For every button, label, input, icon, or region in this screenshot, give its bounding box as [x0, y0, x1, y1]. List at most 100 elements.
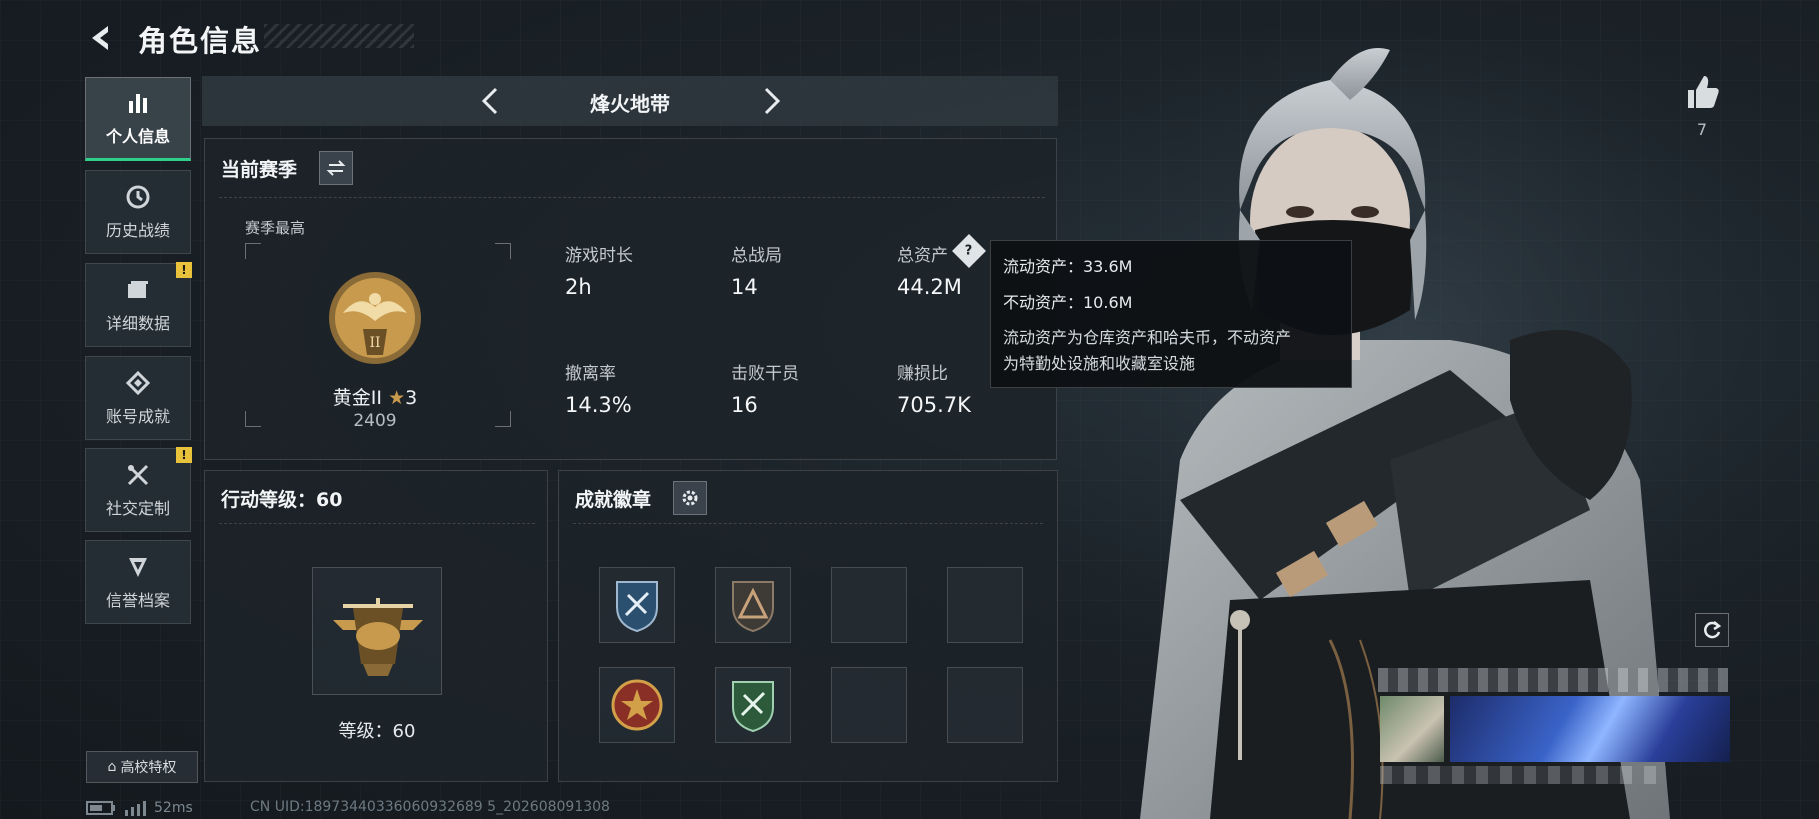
achievements-title: 成就徽章 [575, 489, 652, 511]
chevron-right-icon[interactable] [752, 83, 788, 119]
avatar[interactable] [1380, 696, 1444, 762]
title-decoration [264, 24, 414, 48]
campus-privilege-button[interactable]: ⌂ 高校特权 [86, 751, 198, 783]
tooltip-fixed-assets: 不动资产：10.6M [1003, 293, 1133, 312]
stat-label-total-assets: 总资产 [897, 246, 948, 266]
season-title: 当前赛季 [221, 159, 298, 181]
stat-value-playtime: 2h [565, 275, 592, 299]
tools-icon [127, 464, 149, 486]
sidebar-item-label: 信誉档案 [105, 591, 170, 610]
achievements-panel: 成就徽章 [558, 470, 1058, 782]
profile-banner[interactable] [1450, 696, 1730, 762]
frame-corner [245, 411, 261, 427]
mode-selector: 烽火地带 [202, 76, 1058, 126]
frame-corner [495, 411, 511, 427]
frame-corner [495, 243, 511, 259]
badge-slot-5[interactable] [599, 667, 675, 743]
sidebar-item-match-history[interactable]: 历史战绩 [85, 170, 191, 254]
campus-privilege-label: 高校特权 [120, 760, 177, 776]
alert-badge: ! [176, 262, 192, 278]
tooltip-desc-line-2: 为特勤处设施和收藏室设施 [1003, 354, 1196, 373]
tooltip-liquid-assets: 流动资产：33.6M [1003, 257, 1133, 276]
star-icon: ★ [388, 387, 406, 409]
rank-name: 黄金II [332, 387, 383, 409]
shield-icon [129, 558, 147, 577]
stat-value-total-assets: 44.2M [897, 275, 962, 299]
user-uid: CN UID:18973440336060932689 5_2026080913… [250, 799, 610, 815]
season-panel: 当前赛季 赛季最高 II 黄金II ★3 2409 游戏时长 2h 总战局 14… [204, 138, 1057, 460]
sidebar-item-label: 历史战绩 [105, 221, 170, 240]
folder-icon [128, 281, 148, 298]
badge-slot-8[interactable] [947, 667, 1023, 743]
page-title: 角色信息 [138, 24, 263, 58]
stat-label-total-matches: 总战局 [731, 246, 782, 266]
level-text: 等级：60 [338, 721, 416, 742]
panel-divider [219, 197, 1045, 198]
badge-slot-3[interactable] [831, 567, 907, 643]
gear-icon [682, 490, 698, 506]
rank-emblem-numeral: II [369, 335, 380, 351]
stat-value-extraction-rate: 14.3% [565, 393, 632, 417]
gold-rank-emblem: II [329, 272, 421, 364]
swap-arrows-icon [326, 160, 346, 176]
panel-divider [573, 523, 1043, 524]
alert-badge: ! [176, 447, 192, 463]
sidebar-item-achievements[interactable]: 账号成就 [85, 356, 191, 440]
badge-slot-6[interactable] [715, 667, 791, 743]
rank-name-row: 黄金II ★3 [275, 383, 475, 410]
swap-season-button[interactable] [319, 151, 353, 185]
assets-tooltip: 流动资产：33.6M 不动资产：10.6M 流动资产为仓库资产和哈夫币，不动资产… [990, 240, 1352, 388]
back-arrow-icon[interactable] [84, 20, 120, 56]
help-icon[interactable]: ? [952, 234, 986, 268]
clock-history-icon [126, 185, 150, 209]
stat-label-extraction-rate: 撤离率 [565, 364, 616, 384]
redacted-info-strip [1380, 766, 1666, 784]
rank-score: 2409 [353, 411, 397, 431]
thumbs-up-icon[interactable] [1682, 72, 1722, 112]
sidebar-item-personal-info[interactable]: 个人信息 [85, 77, 191, 161]
sidebar-item-label: 个人信息 [105, 127, 170, 146]
achievement-settings-button[interactable] [673, 481, 707, 515]
bronze-triangle-badge-icon [732, 581, 774, 633]
signal-icon [125, 801, 146, 816]
refresh-icon [1704, 621, 1722, 639]
mode-title: 烽火地带 [590, 92, 670, 116]
stat-label-kills: 击败干员 [731, 364, 799, 384]
action-level-panel: 行动等级：60 等级：60 [204, 470, 548, 782]
redacted-name-strip [1378, 668, 1728, 692]
refresh-button[interactable] [1695, 613, 1729, 647]
sidebar-item-credit-record[interactable]: 信誉档案 [85, 540, 191, 624]
green-shield-badge-icon [732, 681, 774, 733]
sidebar-item-social-custom[interactable]: 社交定制 ! [85, 447, 192, 532]
sidebar-item-label: 账号成就 [105, 407, 170, 426]
ping-value: 52ms [154, 800, 193, 816]
sidebar-item-label: 社交定制 [105, 499, 170, 518]
red-star-badge-icon [611, 679, 663, 731]
badge-slot-4[interactable] [947, 567, 1023, 643]
stat-label-profit-ratio: 赚损比 [897, 364, 948, 384]
campus-icon: ⌂ [107, 759, 117, 775]
frame-corner [245, 243, 261, 259]
battery-icon [86, 801, 115, 815]
stat-label-playtime: 游戏时长 [565, 246, 633, 266]
panel-divider [219, 523, 535, 524]
action-level-title: 行动等级：60 [221, 489, 343, 511]
status-bar: 52ms [86, 799, 193, 817]
level-emblem-frame [312, 567, 442, 695]
like-count: 7 [1696, 120, 1708, 139]
stat-value-total-matches: 14 [731, 275, 758, 299]
rank-stars: 3 [405, 387, 418, 409]
help-icon-mark: ? [965, 243, 973, 259]
tooltip-desc-line-1: 流动资产为仓库资产和哈夫币，不动资产 [1003, 328, 1292, 347]
stat-value-kills: 16 [731, 393, 758, 417]
badge-slot-1[interactable] [599, 567, 675, 643]
blue-shield-badge-icon [616, 581, 658, 633]
badge-slot-7[interactable] [831, 667, 907, 743]
helicopter-emblem-icon [333, 598, 423, 676]
sidebar-item-label: 详细数据 [105, 314, 170, 333]
sidebar-item-detailed-data[interactable]: 详细数据 ! [85, 262, 192, 347]
season-best-label: 赛季最高 [245, 219, 306, 237]
stat-value-profit-ratio: 705.7K [897, 393, 971, 417]
badge-slot-2[interactable] [715, 567, 791, 643]
trophy-diamond-icon [125, 370, 151, 396]
